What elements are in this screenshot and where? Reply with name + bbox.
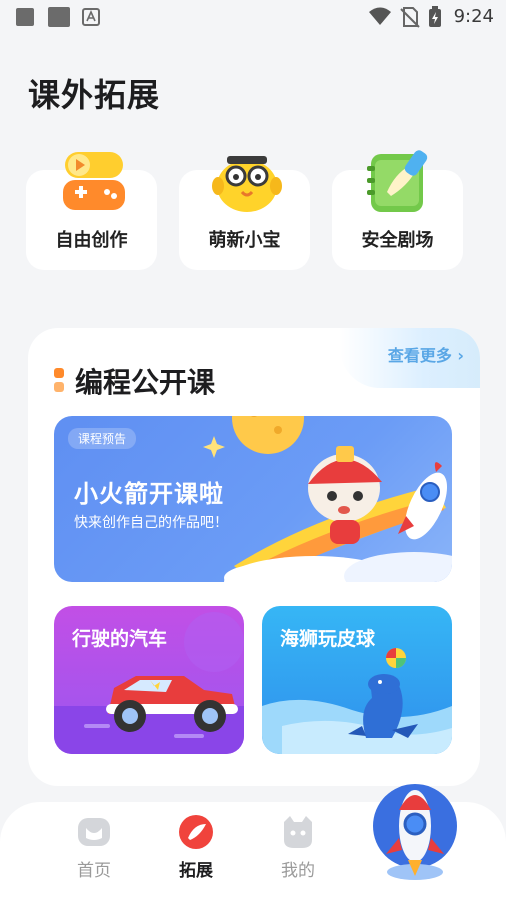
tab-profile[interactable]: 我的 [258,814,338,881]
tab-explore[interactable]: 拓展 [156,814,236,881]
status-bar: 9:24 [0,0,506,34]
gallery-notification-icon [48,7,70,27]
explore-icon [179,815,213,849]
banner-tag: 课程预告 [68,428,137,449]
quick-entry-safety-theater[interactable]: 安全剧场 [332,150,463,270]
quick-entry-label: 安全剧场 [361,230,434,251]
banner-title: 小火箭开课啦 [74,480,224,508]
quick-entry-free-create[interactable]: 自由创作 [26,152,157,270]
open-course-panel: 编程公开课 查看更多 › 课程预告 小火箭开课啦 快来创作自己的作品吧！ 行驶的… [28,328,480,786]
tab-label: 我的 [281,861,315,881]
course-card-driving-car[interactable]: 行驶的汽车 [54,606,244,754]
course-card-sea-lion[interactable]: 海狮玩皮球 [262,606,452,754]
quick-entry-newbie[interactable]: 萌新小宝 [179,156,310,270]
game-controller-icon [63,152,125,210]
app-notification-icon [82,8,100,26]
home-icon [78,818,110,846]
notebook-brush-icon [367,150,428,212]
battery-charging-icon [429,6,441,27]
tab-label: 拓展 [179,861,213,881]
banner-subtitle: 快来创作自己的作品吧！ [74,515,228,531]
tab-home[interactable]: 首页 [54,814,134,881]
clock-time: 9:24 [453,6,494,27]
tab-label: 首页 [77,861,111,881]
section-title: 编程公开课 [75,366,216,399]
course-card-title: 行驶的汽车 [72,628,168,650]
course-banner[interactable]: 课程预告 小火箭开课啦 快来创作自己的作品吧！ [54,416,452,582]
quick-entry-label: 自由创作 [55,230,128,251]
no-sim-icon [400,7,420,28]
section-marker-icon [54,368,64,392]
wifi-icon [369,7,391,25]
profile-icon [284,816,312,848]
chevron-right-icon: › [457,346,464,365]
see-more-link[interactable]: 查看更多 › [388,342,464,366]
see-more-label: 查看更多 [387,346,452,365]
rocket-button-icon[interactable] [372,780,458,884]
cartoon-character-icon [212,156,282,212]
notification-icon [16,8,34,26]
quick-entry-label: 萌新小宝 [208,230,281,251]
course-card-title: 海狮玩皮球 [280,628,376,650]
page-title: 课外拓展 [28,76,161,114]
